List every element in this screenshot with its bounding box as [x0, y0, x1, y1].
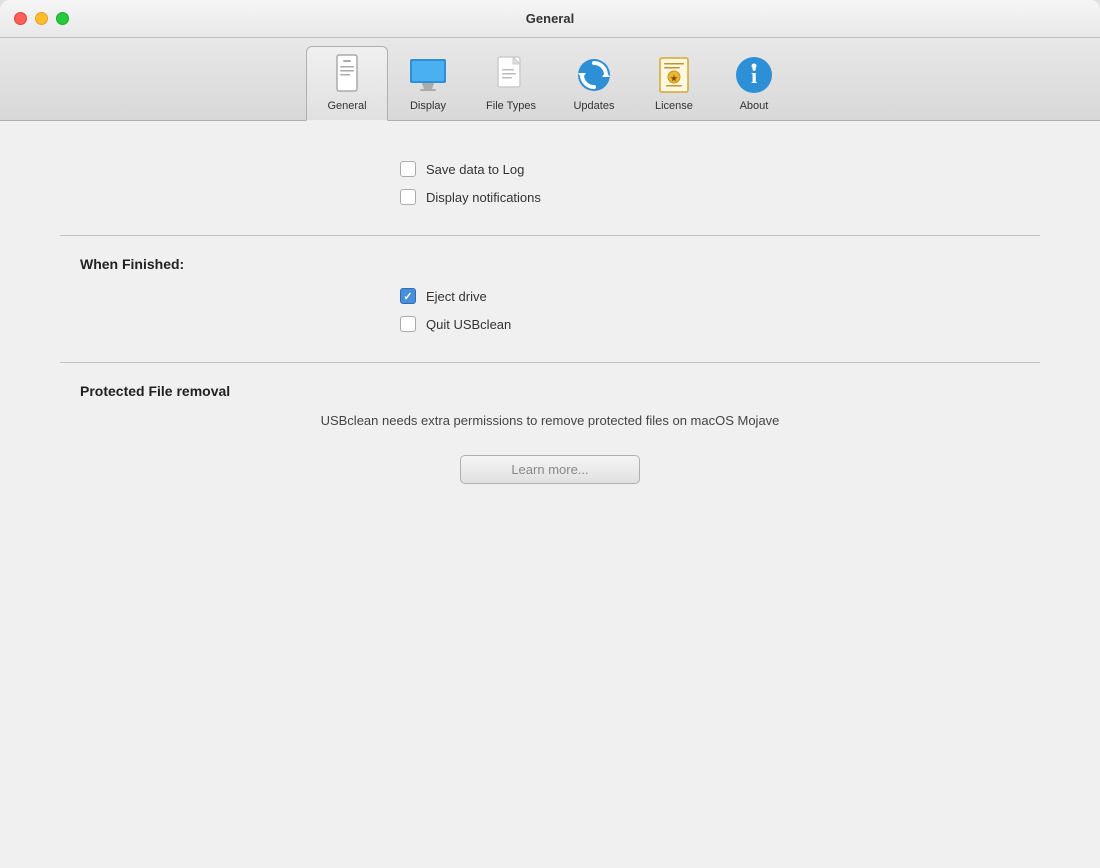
quit-usbclean-checkbox[interactable]	[400, 316, 416, 332]
tab-about[interactable]: i About	[714, 47, 794, 120]
save-log-row: Save data to Log	[400, 161, 700, 177]
eject-drive-checkbox[interactable]	[400, 288, 416, 304]
divider-2	[60, 362, 1040, 363]
toolbar: General Display	[0, 38, 1100, 121]
tab-display-label: Display	[410, 100, 446, 112]
tab-general[interactable]: General	[306, 46, 388, 121]
tab-license-label: License	[655, 100, 693, 112]
learn-more-button[interactable]: Learn more...	[460, 455, 640, 484]
tab-display[interactable]: Display	[388, 47, 468, 120]
when-finished-title: When Finished:	[60, 256, 1040, 272]
quit-usbclean-label: Quit USBclean	[426, 317, 511, 332]
eject-drive-row: Eject drive	[400, 288, 700, 304]
protected-description: USBclean needs extra permissions to remo…	[60, 411, 1040, 431]
divider-1	[60, 235, 1040, 236]
minimize-button[interactable]	[35, 12, 48, 25]
tab-updates-label: Updates	[573, 100, 614, 112]
display-notifications-label: Display notifications	[426, 190, 541, 205]
eject-drive-label: Eject drive	[426, 289, 487, 304]
maximize-button[interactable]	[56, 12, 69, 25]
about-icon: i	[732, 53, 776, 97]
content-area: Save data to Log Display notifications W…	[0, 121, 1100, 868]
tab-license[interactable]: ★ License	[634, 47, 714, 120]
save-log-label: Save data to Log	[426, 162, 524, 177]
tab-filetypes[interactable]: File Types	[468, 47, 554, 120]
traffic-lights	[14, 12, 69, 25]
when-finished-section: When Finished: Eject drive Quit USBclean	[60, 256, 1040, 332]
save-log-checkbox[interactable]	[400, 161, 416, 177]
filetypes-icon	[489, 53, 533, 97]
tab-filetypes-label: File Types	[486, 100, 536, 112]
general-icon	[325, 53, 369, 97]
options-section: Save data to Log Display notifications	[60, 151, 1040, 205]
display-notifications-row: Display notifications	[400, 189, 700, 205]
quit-usbclean-row: Quit USBclean	[400, 316, 700, 332]
display-notifications-checkbox[interactable]	[400, 189, 416, 205]
protected-section: Protected File removal USBclean needs ex…	[60, 383, 1040, 484]
app-window: General General	[0, 0, 1100, 868]
tab-general-label: General	[327, 100, 366, 112]
close-button[interactable]	[14, 12, 27, 25]
tab-updates[interactable]: Updates	[554, 47, 634, 120]
license-icon: ★	[652, 53, 696, 97]
title-bar: General	[0, 0, 1100, 38]
protected-title: Protected File removal	[60, 383, 1040, 399]
svg-text:★: ★	[670, 74, 678, 83]
updates-icon	[572, 53, 616, 97]
window-title: General	[526, 11, 574, 26]
tab-about-label: About	[740, 100, 769, 112]
when-finished-options: Eject drive Quit USBclean	[60, 288, 1040, 332]
display-icon	[406, 53, 450, 97]
